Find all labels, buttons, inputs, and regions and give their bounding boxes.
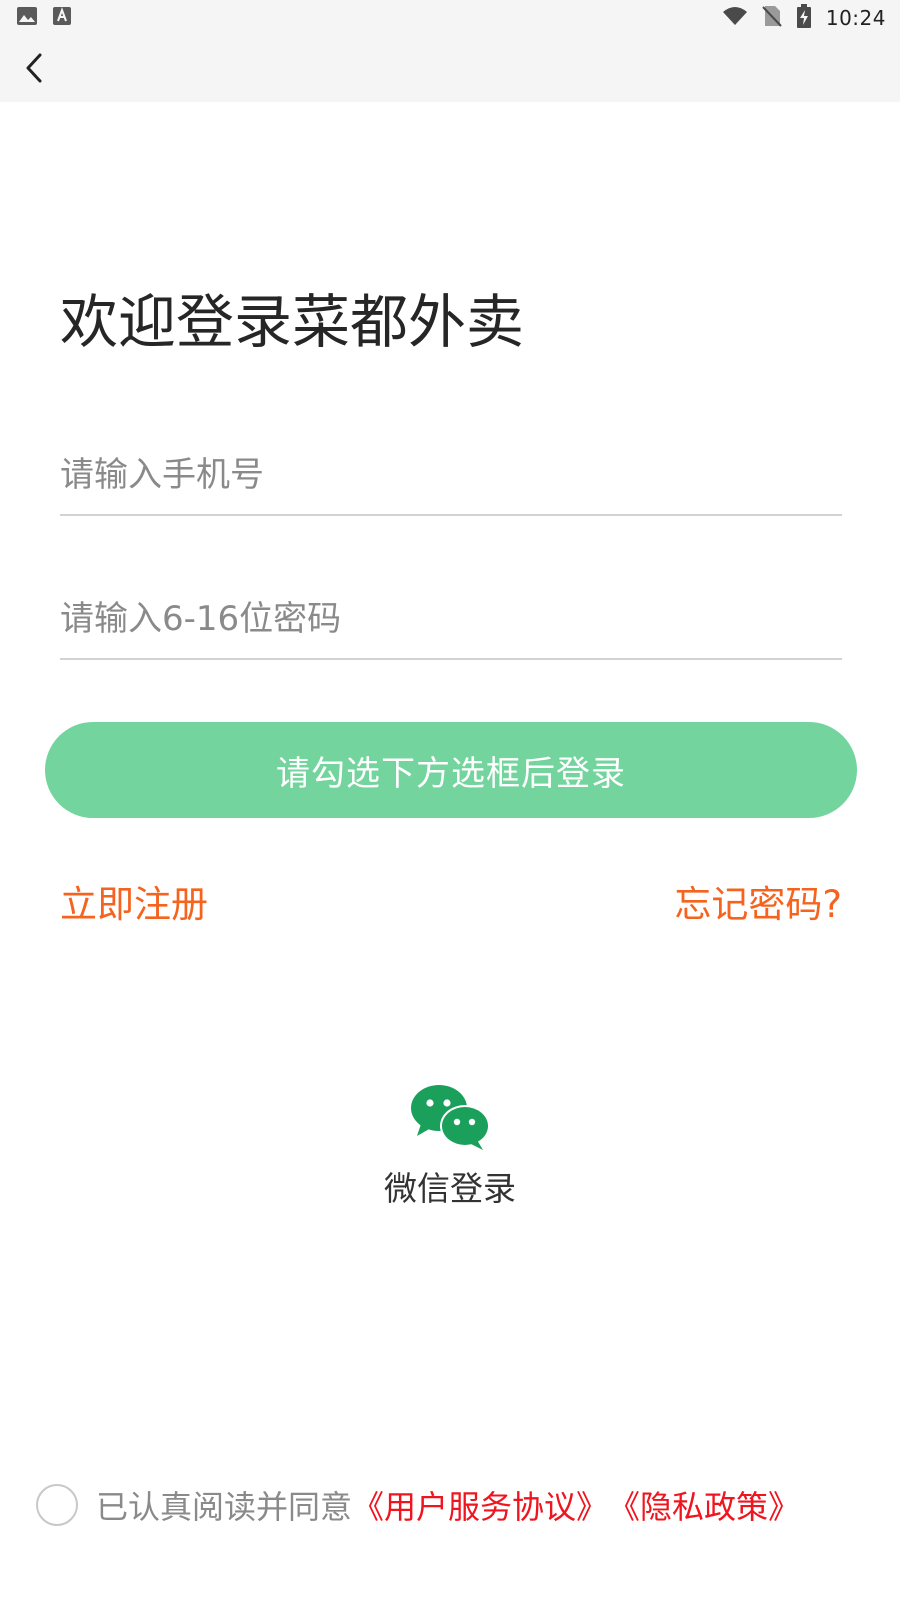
status-bar: 10:24 xyxy=(0,0,900,36)
password-input[interactable] xyxy=(60,594,842,644)
user-agreement-link[interactable]: 《用户服务协议》 xyxy=(352,1482,608,1528)
status-left xyxy=(16,6,72,30)
register-link[interactable]: 立即注册 xyxy=(60,880,208,930)
wifi-icon xyxy=(722,6,748,30)
back-button[interactable] xyxy=(12,48,56,92)
phone-field xyxy=(60,426,842,516)
status-right: 10:24 xyxy=(722,4,886,32)
password-field xyxy=(60,570,842,660)
battery-charging-icon xyxy=(796,4,812,32)
no-sim-icon xyxy=(762,5,782,31)
forgot-password-link[interactable]: 忘记密码? xyxy=(674,880,842,930)
login-button[interactable]: 请勾选下方选框后登录 xyxy=(45,722,857,818)
agreement-row: 已认真阅读并同意 《用户服务协议》 《隐私政策》 xyxy=(36,1482,800,1528)
wechat-icon xyxy=(409,1082,491,1152)
wechat-login-button[interactable]: 微信登录 xyxy=(350,1082,550,1222)
privacy-policy-link[interactable]: 《隐私政策》 xyxy=(608,1482,800,1528)
page-title: 欢迎登录菜都外卖 xyxy=(60,288,525,356)
status-time: 10:24 xyxy=(825,6,886,30)
phone-input[interactable] xyxy=(60,450,842,500)
agreement-text: 已认真阅读并同意 xyxy=(96,1488,353,1526)
image-icon xyxy=(16,6,38,30)
chevron-left-icon xyxy=(23,52,45,88)
a-badge-icon xyxy=(52,6,72,30)
app-bar xyxy=(0,36,900,102)
wechat-login-label: 微信登录 xyxy=(384,1169,516,1208)
agreement-checkbox[interactable] xyxy=(36,1484,78,1526)
